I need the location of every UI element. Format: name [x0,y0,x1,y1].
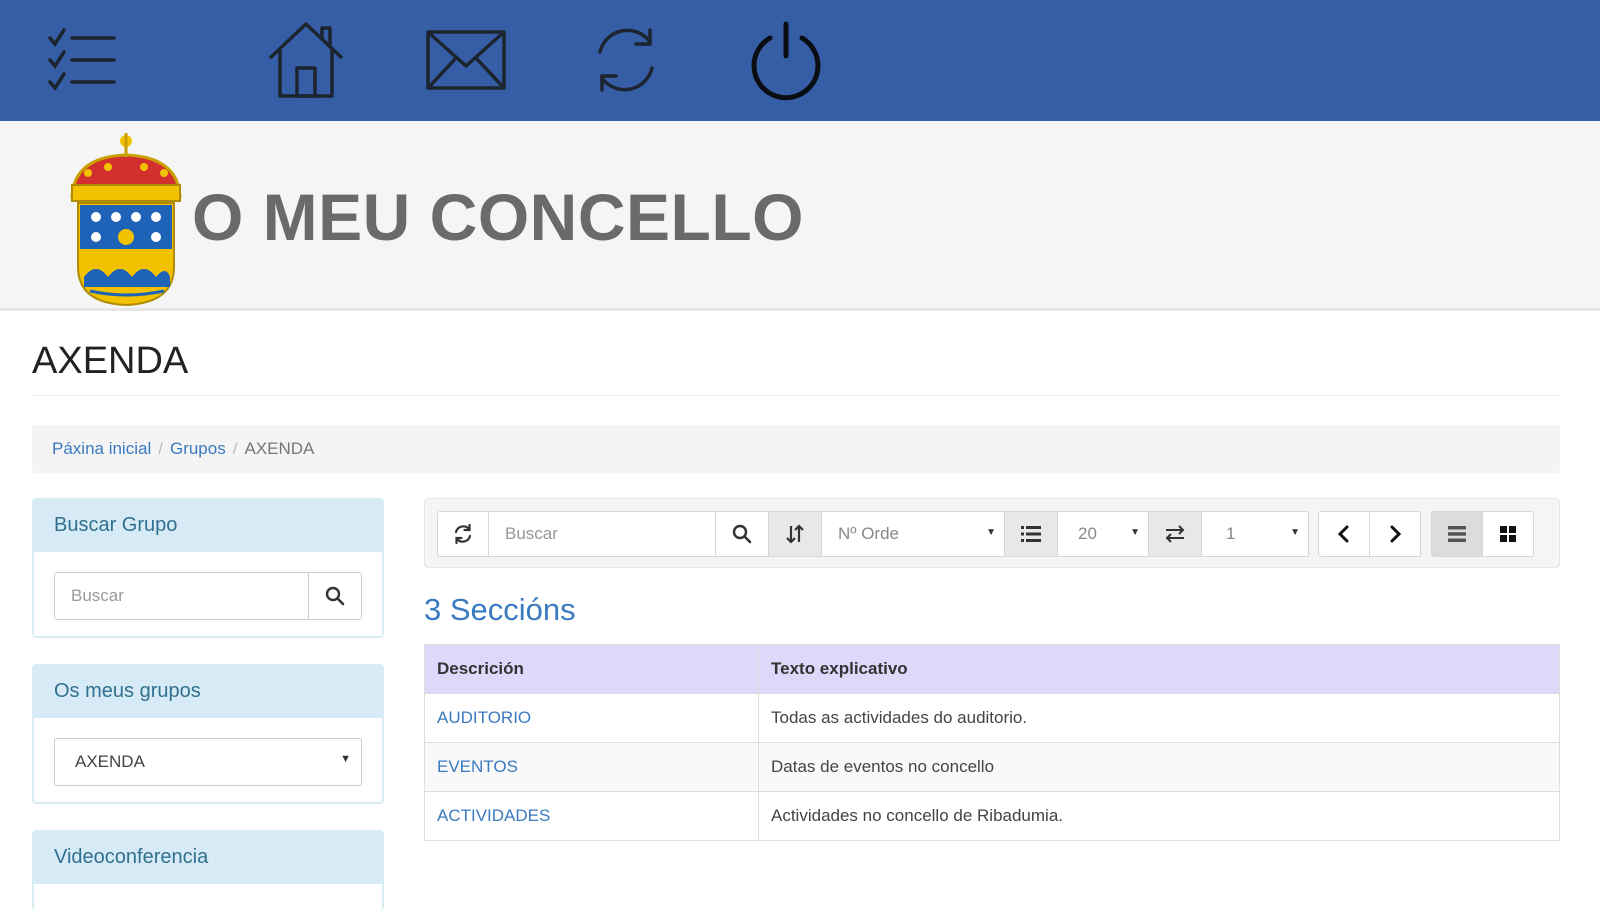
search-icon [732,524,752,544]
breadcrumb: Páxina inicial / Grupos / AXENDA [32,425,1560,473]
section-link[interactable]: AUDITORIO [437,708,531,727]
top-nav-bar [0,0,1600,121]
reload-button[interactable] [437,511,489,557]
site-header: O MEU CONCELLO [0,121,1600,311]
grid-view-button[interactable] [1482,511,1534,557]
section-description: Actividades no concello de Ribadumia. [758,791,1560,841]
refresh-icon[interactable] [584,18,668,102]
table-row: ACTIVIDADES Actividades no concello de R… [424,791,1560,841]
group-search-field [54,572,362,620]
sort-field-select[interactable]: Nº Orde ▼ [821,511,1005,557]
breadcrumb-separator: / [232,439,238,458]
dropdown-caret-icon: ▼ [340,753,351,765]
previous-page-button[interactable] [1318,511,1370,557]
grid-view-icon [1500,526,1516,542]
sections-table: Descrición Texto explicativo AUDITORIO T… [424,644,1560,841]
coat-of-arms-logo [66,127,186,307]
sort-icon [786,524,804,544]
my-groups-panel: Os meus grupos AXENDA ▼ [32,664,384,804]
page-number-value: 1 [1226,524,1236,543]
section-search-input[interactable] [489,512,715,556]
breadcrumb-groups-link[interactable]: Grupos [170,439,226,458]
page-title: AXENDA [32,340,189,382]
table-header-row: Descrición Texto explicativo [424,644,1560,694]
my-groups-select[interactable]: AXENDA ▼ [54,738,362,786]
table-row: AUDITORIO Todas as actividades do audito… [424,693,1560,743]
title-divider [32,395,1560,396]
dropdown-caret-icon: ▼ [1290,527,1300,538]
column-header-explanatory-text[interactable]: Texto explicativo [758,644,1560,694]
my-groups-panel-title: Os meus grupos [34,666,382,718]
refresh-icon [454,523,472,545]
next-page-button[interactable] [1369,511,1421,557]
page-size-select[interactable]: 20 ▼ [1057,511,1149,557]
sections-toolbar: Nº Orde ▼ 20 ▼ 1 ▼ [424,498,1560,568]
power-icon[interactable] [744,18,828,102]
breadcrumb-current: AXENDA [244,439,315,458]
group-search-input[interactable] [55,573,308,619]
section-search-button[interactable] [715,511,769,557]
group-search-button[interactable] [308,573,361,619]
section-search-field [488,511,716,557]
chevron-left-icon [1337,525,1349,543]
swap-arrows-icon [1165,525,1185,543]
dropdown-caret-icon: ▼ [986,527,996,538]
breadcrumb-separator: / [158,439,163,458]
videoconference-panel: Videoconferencia [32,830,384,910]
search-icon [325,586,345,606]
column-header-description[interactable]: Descrición [424,644,759,694]
section-description: Datas de eventos no concello [758,742,1560,792]
section-link[interactable]: EVENTOS [437,757,518,776]
checklist-menu-icon[interactable] [40,18,124,102]
sort-order-button[interactable] [768,511,822,557]
list-view-icon [1448,526,1466,542]
page-size-button[interactable] [1004,511,1058,557]
dropdown-caret-icon: ▼ [1130,527,1140,538]
table-row: EVENTOS Datas de eventos no concello [424,742,1560,792]
my-groups-selected-value: AXENDA [75,752,145,771]
home-icon[interactable] [264,18,348,102]
section-description: Todas as actividades do auditorio. [758,693,1560,743]
list-icon [1021,526,1041,542]
site-title: O MEU CONCELLO [192,180,804,254]
sections-count-heading: 3 Seccións [424,592,576,627]
videoconference-panel-title[interactable]: Videoconferencia [34,832,382,884]
breadcrumb-home-link[interactable]: Páxina inicial [52,439,151,458]
sort-field-value: Nº Orde [838,524,900,543]
page-number-select[interactable]: 1 ▼ [1201,511,1309,557]
page-size-value: 20 [1078,524,1097,543]
search-group-panel: Buscar Grupo [32,498,384,638]
search-group-panel-title: Buscar Grupo [34,500,382,552]
mail-icon[interactable] [424,18,508,102]
page-jump-button[interactable] [1148,511,1202,557]
chevron-right-icon [1390,525,1402,543]
list-view-button[interactable] [1431,511,1483,557]
section-link[interactable]: ACTIVIDADES [437,806,550,825]
